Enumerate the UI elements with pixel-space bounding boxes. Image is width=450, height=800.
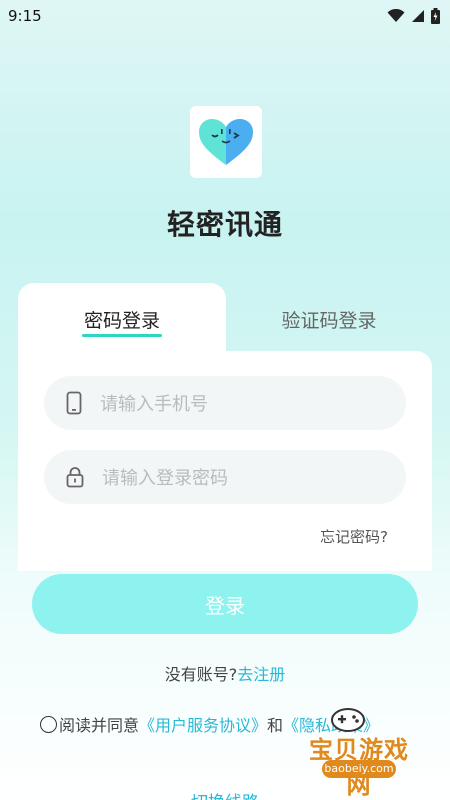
phone-icon	[66, 391, 82, 415]
login-button-label: 登录	[205, 593, 245, 618]
tab-active-underline	[82, 334, 162, 337]
app-logo	[190, 106, 262, 178]
heart-logo-icon	[199, 119, 253, 165]
gamepad-icon	[331, 708, 365, 732]
lock-icon	[66, 467, 84, 488]
register-link[interactable]: 去注册	[237, 665, 285, 684]
phone-input[interactable]: 请输入手机号	[44, 376, 406, 430]
agreement-prefix: 阅读并同意	[59, 716, 140, 735]
forgot-password-link[interactable]: 忘记密码?	[320, 526, 388, 547]
wifi-icon	[387, 9, 405, 22]
status-icons	[387, 8, 440, 24]
user-agreement-link[interactable]: 《用户服务协议》	[139, 712, 267, 736]
tab-password-login[interactable]: 密码登录	[18, 283, 226, 355]
login-button[interactable]: 登录	[32, 574, 418, 634]
password-input[interactable]: 请输入登录密码	[44, 450, 406, 504]
agreement-and: 和	[267, 716, 284, 735]
tab-code-login-label: 验证码登录	[281, 310, 377, 332]
battery-icon	[431, 8, 440, 24]
password-input-placeholder: 请输入登录密码	[102, 468, 228, 489]
phone-input-placeholder: 请输入手机号	[100, 394, 208, 415]
register-row: 没有账号?去注册	[0, 661, 450, 685]
watermark: 宝贝游戏网 baobeiy.com	[300, 700, 418, 799]
tab-password-login-label: 密码登录	[83, 310, 160, 332]
status-time: 9:15	[8, 7, 42, 25]
app-title: 轻密讯通	[166, 208, 283, 241]
register-prompt: 没有账号?	[164, 665, 238, 684]
cellular-signal-icon	[412, 10, 424, 22]
watermark-url: baobeiy.com	[322, 760, 396, 778]
agreement-radio[interactable]	[40, 715, 57, 733]
status-bar: 9:15	[0, 0, 450, 32]
tab-code-login[interactable]: 验证码登录	[226, 283, 432, 351]
